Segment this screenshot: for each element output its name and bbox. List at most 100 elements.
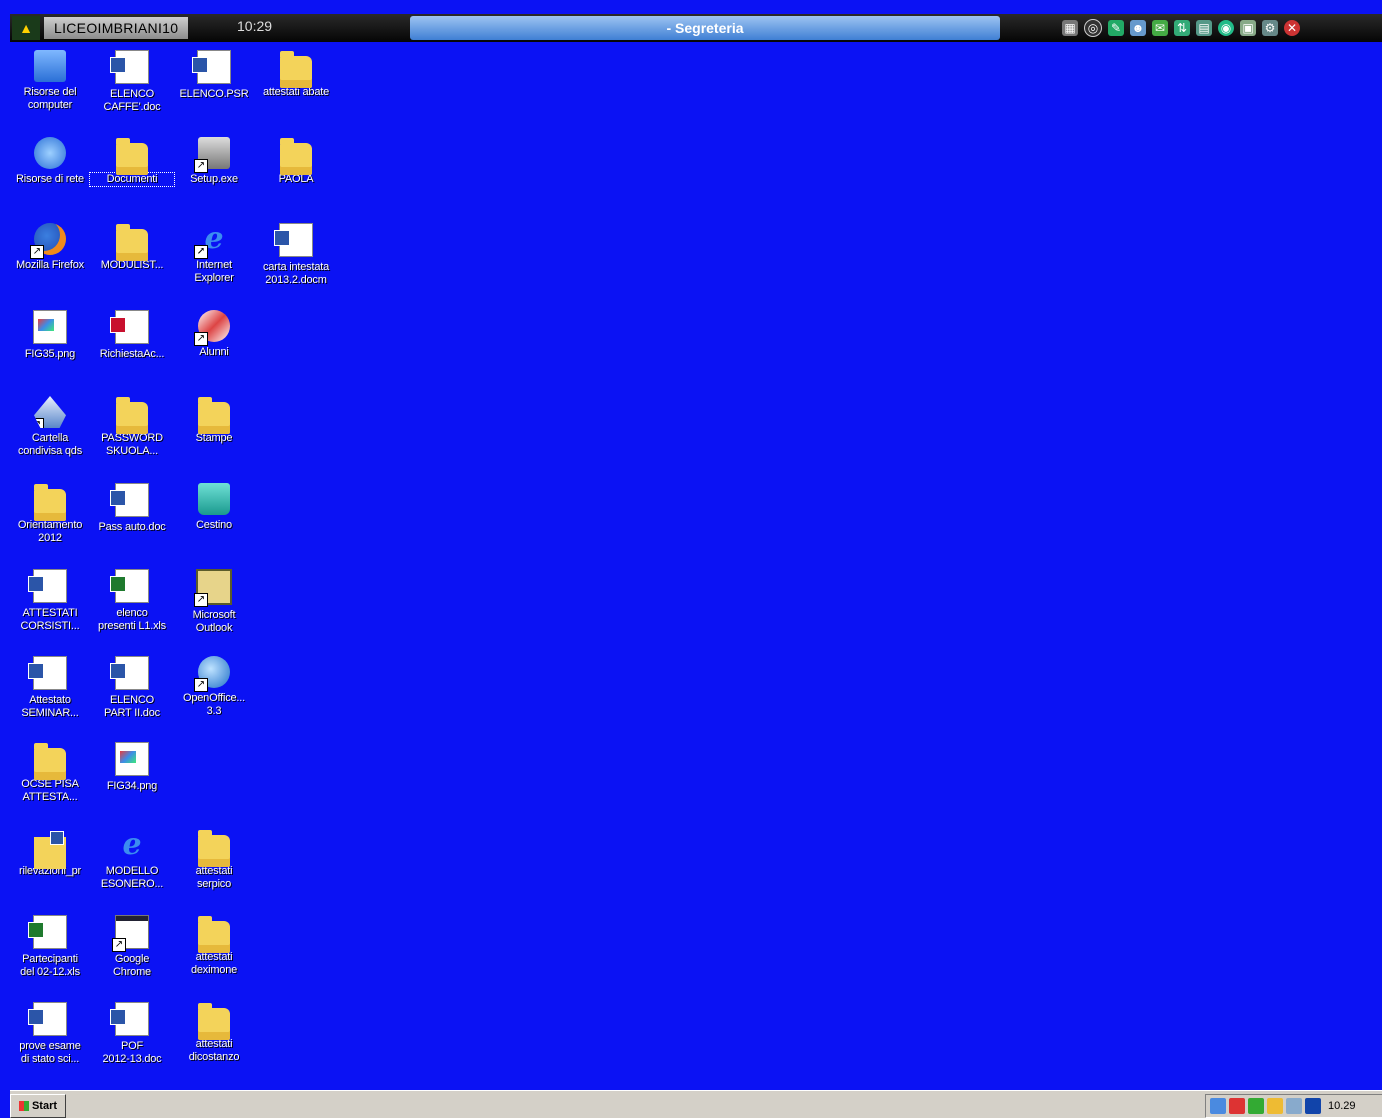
desktop-icon[interactable]: PASSWORD SKUOLA...	[90, 396, 174, 458]
antivirus-tray-icon[interactable]	[1229, 1098, 1245, 1114]
session-title[interactable]: - Segreteria	[410, 16, 1000, 40]
excel-icon	[110, 569, 149, 603]
desktop-icon[interactable]: eInternet Explorer	[172, 223, 256, 285]
folder-icon	[280, 51, 312, 88]
desktop-icon[interactable]: MODULIST...	[90, 223, 174, 272]
desktop-icon-label: Partecipanti del 02-12.xls	[20, 953, 80, 978]
desktop-icon[interactable]: ELENCO PART II.doc	[90, 655, 174, 720]
image-icon	[33, 309, 67, 344]
desktop-icon[interactable]: Google Chrome	[90, 915, 174, 979]
desktop-icon-label: attestati serpico	[195, 864, 233, 890]
monitor-tray-icon[interactable]	[1286, 1098, 1302, 1114]
desktop-icon[interactable]: Risorse del computer	[8, 50, 92, 112]
folder-icon	[198, 397, 230, 434]
word-doc-icon	[110, 655, 149, 690]
desktop-icon-label: Cartella condivisa qds	[17, 432, 83, 457]
desktop-icon-label: PASSWORD SKUOLA...	[101, 432, 163, 457]
desktop-icon[interactable]: elenco presenti L1.xls	[90, 569, 174, 633]
desktop-icon[interactable]: Mozilla Firefox	[8, 223, 92, 272]
computer-icon	[34, 50, 66, 82]
desktop-icon[interactable]: Cartella condivisa qds	[8, 396, 92, 458]
desktop-icon-label: attestati dicostanzo	[188, 1037, 240, 1063]
desktop-icon[interactable]: Orientamento 2012	[8, 483, 92, 545]
desktop-icon-label: Cestino	[196, 518, 232, 531]
desktop-icon[interactable]: prove esame di stato sci...	[8, 1001, 92, 1066]
outlook-icon	[194, 569, 232, 607]
desktop-icon[interactable]: carta intestata 2013.2.docm	[254, 223, 338, 287]
desktop-icon[interactable]: Alunni	[172, 309, 256, 359]
tray-clock: 10.29	[1328, 1100, 1356, 1112]
options-icon[interactable]: ⚙	[1262, 20, 1278, 36]
desktop-icon[interactable]: RichiestaAc...	[90, 309, 174, 361]
desktop-icon[interactable]: Microsoft Outlook	[172, 569, 256, 635]
remote-session-bar: ▲ LICEOIMBRIANI10 10:29 - Segreteria ▦ ◎…	[0, 0, 1382, 44]
clipboard-icon[interactable]: ▤	[1196, 20, 1212, 36]
desktop-icon-label: ATTESTATI CORSISTI...	[20, 607, 80, 632]
desktop-icon[interactable]: OpenOffice... 3.3	[172, 655, 256, 718]
recycle-bin-icon	[198, 482, 230, 515]
image-icon	[115, 742, 149, 776]
start-label: Start	[31, 1100, 58, 1112]
desktop-icon[interactable]: FIG35.png	[8, 309, 92, 361]
system-tray: 10.29	[1205, 1094, 1382, 1118]
start-button[interactable]: Start	[10, 1094, 66, 1118]
word-doc-icon	[28, 1001, 67, 1036]
word-doc-icon	[110, 50, 149, 84]
desktop-icon[interactable]: attestati abate	[254, 50, 338, 99]
desktop-icon-label: Orientamento 2012	[17, 518, 83, 544]
file-transfer-icon[interactable]: ⇅	[1174, 20, 1190, 36]
update-tray-icon[interactable]	[1248, 1098, 1264, 1114]
pen-icon[interactable]: ✎	[1108, 20, 1124, 36]
desktop-icon[interactable]: Stampe	[172, 396, 256, 445]
desktop-icon[interactable]: Pass auto.doc	[90, 482, 174, 534]
word-doc-icon	[28, 655, 67, 690]
remote-tray-icon[interactable]	[1305, 1098, 1321, 1114]
session-logo-icon: ▲	[12, 16, 40, 40]
desktop-icon[interactable]: e MODELLO ESONERO...	[90, 826, 174, 891]
firefox-icon	[30, 223, 66, 259]
zip-folder-icon	[34, 830, 66, 869]
chat-icon[interactable]: ✉	[1152, 20, 1168, 36]
close-session-icon[interactable]: ✕	[1284, 20, 1300, 36]
desktop-icon-label: elenco presenti L1.xls	[98, 607, 166, 632]
folder-icon	[198, 1002, 230, 1040]
desktop-icon[interactable]: PAOLA	[254, 137, 338, 186]
globe-icon[interactable]: ◉	[1218, 20, 1234, 36]
desktop-icon[interactable]: Documenti	[89, 137, 175, 187]
desktop-icon[interactable]: attestati dicostanzo	[172, 1002, 256, 1064]
keyboard-icon[interactable]: ▦	[1062, 20, 1078, 36]
ie-icon: e	[194, 223, 230, 259]
ie-icon: e	[122, 826, 142, 862]
desktop-icon[interactable]: Partecipanti del 02-12.xls	[8, 915, 92, 979]
desktop-icon[interactable]: attestati serpico	[172, 829, 256, 891]
session-time: 10:29	[237, 18, 273, 34]
desktop-icon[interactable]: POF 2012-13.doc	[90, 1001, 174, 1066]
session-host-badge[interactable]: ▲ LICEOIMBRIANI10	[12, 16, 242, 40]
word-doc-icon	[28, 569, 67, 603]
word-doc-icon	[110, 482, 149, 517]
screenshot-icon[interactable]: ▣	[1240, 20, 1256, 36]
chrome-icon	[112, 915, 149, 952]
desktop-icon[interactable]: ELENCO CAFFE'.doc	[90, 50, 174, 114]
desktop-icon[interactable]: OCSE PISA ATTESTA...	[8, 742, 92, 804]
desktop-icon[interactable]: ELENCO.PSR	[172, 50, 256, 101]
settings-icon[interactable]: ◎	[1084, 19, 1102, 37]
desktop-icon[interactable]: Cestino	[172, 482, 256, 532]
desktop-icon-label: carta intestata 2013.2.docm	[262, 261, 330, 286]
desktop-icon-label: Internet Explorer	[194, 259, 234, 284]
folder-icon	[116, 224, 148, 261]
desktop-icon[interactable]: FIG34.png	[90, 742, 174, 793]
desktop-icon[interactable]: Risorse di rete	[8, 136, 92, 186]
users-icon[interactable]: ☻	[1130, 20, 1146, 36]
desktop-icon[interactable]: Setup.exe	[172, 136, 256, 186]
network-tray-icon[interactable]	[1210, 1098, 1226, 1114]
desktop-icon-label: RichiestaAc...	[99, 347, 165, 360]
desktop-icon[interactable]: rilevazioni_pr	[8, 829, 92, 878]
desktop-icon[interactable]: ATTESTATI CORSISTI...	[8, 569, 92, 633]
desktop-icon-label: FIG35.png	[24, 347, 76, 360]
desktop-icon-label: ELENCO CAFFE'.doc	[103, 88, 161, 113]
desktop-icon[interactable]: attestati deximone	[172, 915, 256, 977]
desktop-icon[interactable]: Attestato SEMINAR...	[8, 655, 92, 720]
desktop-icon-label: prove esame di stato sci...	[19, 1039, 81, 1065]
folder-tray-icon[interactable]	[1267, 1098, 1283, 1114]
